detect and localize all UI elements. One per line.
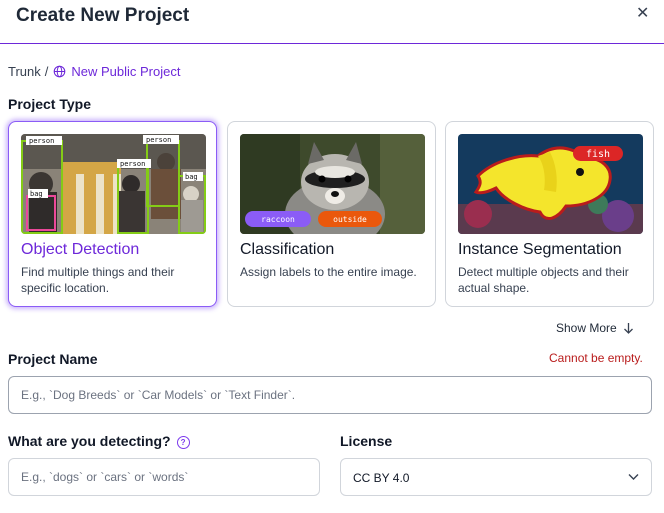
license-select[interactable]: CC BY 4.0 xyxy=(340,458,652,496)
detecting-label-text: What are you detecting? xyxy=(8,433,171,449)
project-name-input[interactable] xyxy=(8,376,652,414)
license-value: CC BY 4.0 xyxy=(353,471,410,485)
license-label: License xyxy=(340,433,393,449)
card-title: Instance Segmentation xyxy=(458,241,622,258)
arrow-down-icon xyxy=(623,323,633,334)
breadcrumb-current: New Public Project xyxy=(71,64,181,79)
object-detection-image: person person person bag bag xyxy=(21,134,206,234)
detecting-label: What are you detecting?? xyxy=(8,433,190,449)
instance-segmentation-image: fish xyxy=(458,134,643,234)
label-bag-1: bag xyxy=(30,190,43,198)
breadcrumb: Trunk / New Public Project xyxy=(8,64,180,79)
project-name-error: Cannot be empty. xyxy=(549,351,643,365)
card-description: Find multiple things and their specific … xyxy=(21,265,175,295)
card-title: Object Detection xyxy=(21,241,140,258)
label-person-2: person xyxy=(146,136,171,144)
label-fish: fish xyxy=(586,149,610,160)
globe-icon xyxy=(54,65,66,78)
dialog-title: Create New Project xyxy=(16,5,190,26)
label-person-1: person xyxy=(29,137,54,145)
project-name-label: Project Name xyxy=(8,351,98,367)
close-icon[interactable]: ✕ xyxy=(636,3,649,23)
card-classification[interactable]: raccoon outside Classification Assign la… xyxy=(227,121,436,307)
classification-image: raccoon outside xyxy=(240,134,425,234)
card-description: Assign labels to the entire image. xyxy=(240,265,417,279)
card-object-detection[interactable]: person person person bag bag Object Dete… xyxy=(8,121,217,307)
label-raccoon: raccoon xyxy=(261,215,295,224)
card-instance-segmentation[interactable]: fish Instance Segmentation Detect multip… xyxy=(445,121,654,307)
label-person-3: person xyxy=(120,160,145,168)
help-icon[interactable]: ? xyxy=(176,436,190,449)
label-outside: outside xyxy=(333,215,367,224)
chevron-down-icon xyxy=(628,474,639,480)
label-bag-2: bag xyxy=(185,173,198,181)
card-title: Classification xyxy=(240,241,335,258)
dialog-header: Create New Project ✕ xyxy=(0,0,664,44)
show-more-label: Show More xyxy=(556,321,617,335)
detecting-input[interactable] xyxy=(8,458,320,496)
breadcrumb-root[interactable]: Trunk xyxy=(8,64,41,79)
card-description: Detect multiple objects and their actual… xyxy=(458,265,629,295)
show-more-button[interactable]: Show More xyxy=(556,321,634,335)
project-type-label: Project Type xyxy=(8,96,91,112)
breadcrumb-separator: / xyxy=(44,64,49,79)
